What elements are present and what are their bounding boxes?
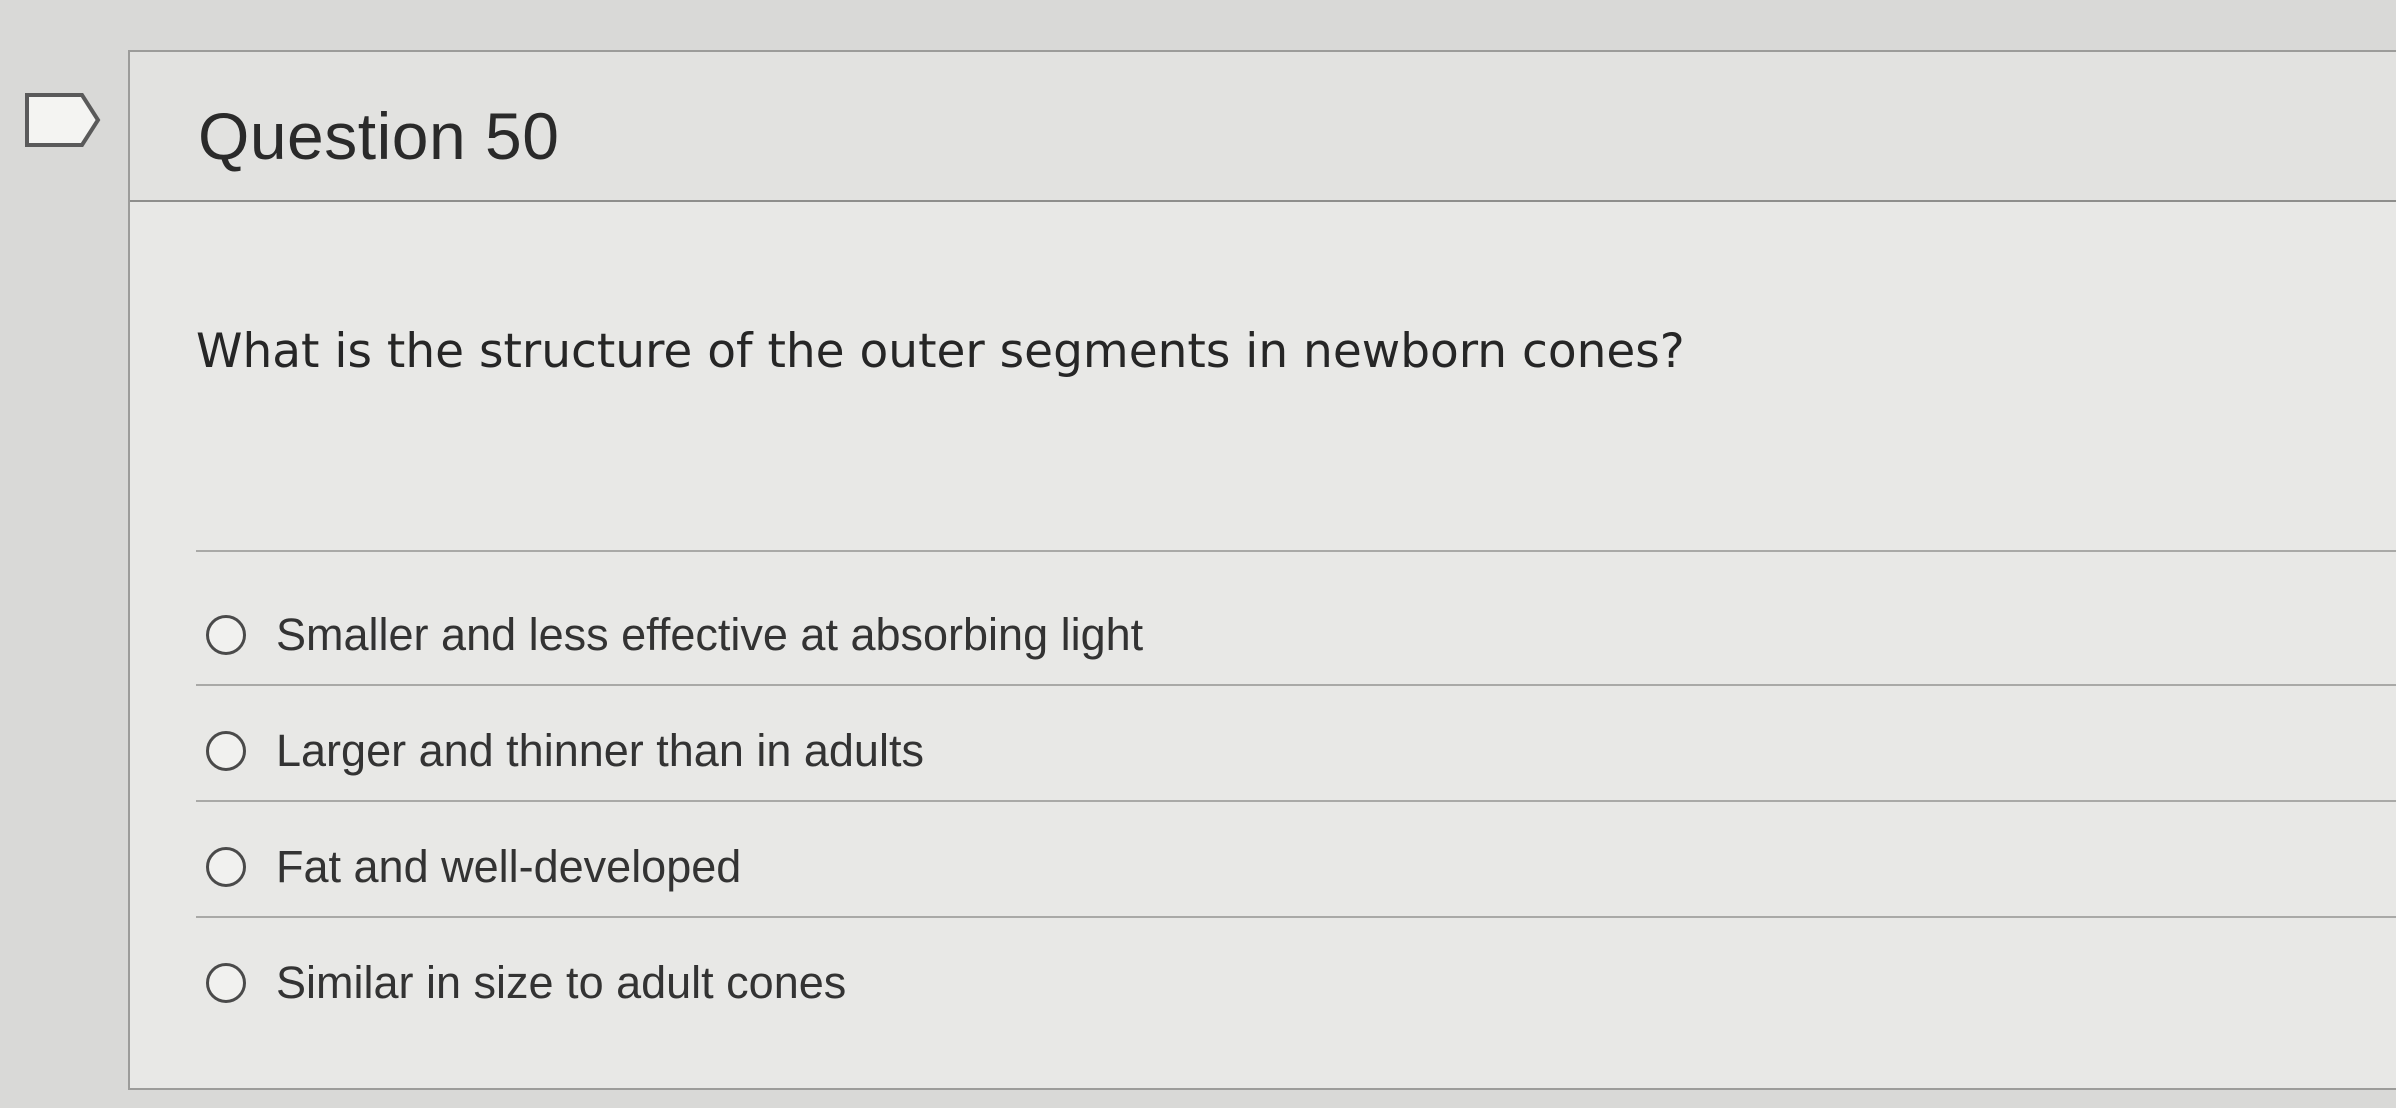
- answer-option-3[interactable]: Fat and well-developed: [206, 822, 741, 912]
- answer-label: Similar in size to adult cones: [276, 957, 847, 1008]
- answer-label: Fat and well-developed: [276, 841, 742, 892]
- radio-button-icon[interactable]: [206, 615, 246, 655]
- answer-divider: [196, 800, 2396, 802]
- radio-button-icon[interactable]: [206, 963, 246, 1003]
- answer-label: Larger and thinner than in adults: [276, 725, 924, 776]
- answers-top-divider: [196, 550, 2396, 552]
- question-text: What is the structure of the outer segme…: [196, 324, 1685, 379]
- radio-button-icon[interactable]: [206, 731, 246, 771]
- radio-button-icon[interactable]: [206, 847, 246, 887]
- answer-option-2[interactable]: Larger and thinner than in adults: [206, 706, 924, 796]
- question-header: Question 50: [130, 52, 2396, 202]
- question-card: Question 50 What is the structure of the…: [128, 50, 2396, 1090]
- flag-question-icon[interactable]: [24, 92, 102, 148]
- answer-divider: [196, 684, 2396, 686]
- answer-divider: [196, 916, 2396, 918]
- answer-option-1[interactable]: Smaller and less effective at absorbing …: [206, 590, 1143, 680]
- question-title: Question 50: [198, 99, 560, 173]
- answer-label: Smaller and less effective at absorbing …: [276, 609, 1144, 660]
- answer-option-4[interactable]: Similar in size to adult cones: [206, 938, 846, 1028]
